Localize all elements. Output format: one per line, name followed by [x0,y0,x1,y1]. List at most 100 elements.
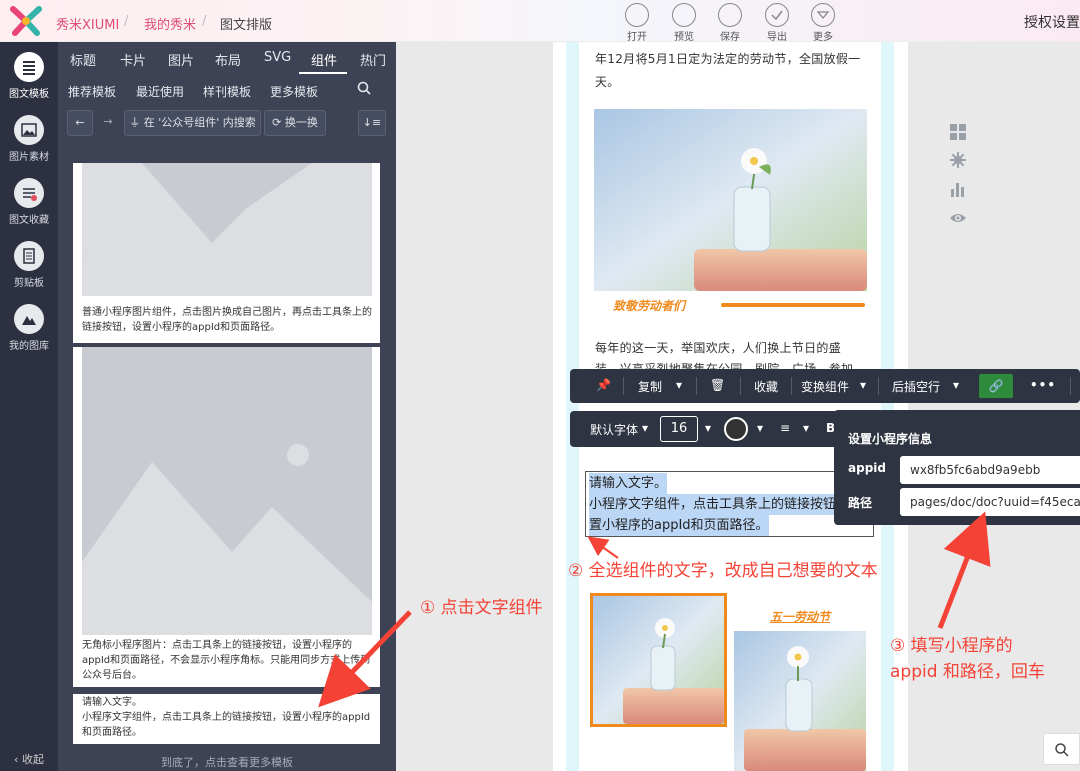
selected-text-line[interactable]: 置小程序的appId和页面路径。 [589,515,769,536]
caret-down-icon[interactable]: ▾ [803,421,809,435]
article-paragraph[interactable]: 每年的这一天，举国欢庆，人们换上节日的盛 [595,337,867,360]
align-icon[interactable]: ≡ [780,421,790,435]
search-in-button[interactable]: ⏚ 在 '公众号组件' 内搜索 [124,110,261,136]
search-icon[interactable] [357,81,371,95]
template-card-text: 无角标小程序图片：点击工具条上的链接按钮，设置小程序的appId和页面路径，不会… [82,640,371,681]
text-color-swatch[interactable] [724,417,748,441]
tab-image[interactable]: 图片 [168,50,194,69]
link-icon: 🔗 [988,379,1004,393]
export-button[interactable]: 导出 [757,3,797,43]
template-card-1[interactable]: 普通小程序图片组件，点击图片换成自己图片，再点击工具条上的链接按钮，设置小程序的… [73,163,380,343]
caret-down-icon[interactable]: ▾ [676,378,682,392]
tab-svg[interactable]: SVG [264,50,291,65]
template-card-3[interactable]: 请输入文字。 小程序文字组件，点击工具条上的链接按钮，设置小程序的appId和页… [73,694,380,744]
path-input[interactable]: pages/doc/doc?uuid=f45eca [900,488,1080,516]
selected-text-line[interactable]: 请输入文字。 [589,473,668,494]
article-caption-2[interactable]: 五一劳动节 [770,608,830,625]
breadcrumb-sep: / [202,14,207,29]
eye-icon[interactable] [949,209,967,227]
tab-component[interactable]: 组件 [311,50,337,69]
article-paragraph[interactable]: 年12月将5月1日定为法定的劳动节，全国放假一天。 [595,48,867,94]
sidebar-item-clipboard[interactable]: 剪贴板 [0,235,58,298]
settings-icon[interactable] [949,151,967,169]
breadcrumb-my-xiumi[interactable]: 我的秀米 [144,14,196,33]
search-in-label: 在 '公众号组件' 内搜索 [143,116,256,129]
forward-button[interactable]: → [96,110,120,136]
tab-layout[interactable]: 布局 [215,50,241,69]
xiumi-logo[interactable] [9,6,43,36]
grid-icon[interactable] [949,123,967,141]
tab-more-templates[interactable]: 更多模板 [270,83,318,100]
favorites-icon [14,178,44,208]
sidebar-item-templates[interactable]: 图文模板 [0,46,58,109]
annotation-step-1: ① 点击文字组件 [420,598,543,618]
chart-icon[interactable] [949,180,967,198]
left-sidebar: 图文模板 图片素材 图文收藏 剪贴板 我的图库 ‹ 收起 [0,42,58,771]
open-button[interactable]: 打开 [617,3,657,43]
pin-icon[interactable]: 📌 [596,378,611,392]
back-button[interactable]: ← [67,110,93,136]
zoom-icon [1055,743,1069,757]
shuffle-button[interactable]: ⟳ 换一换 [264,110,326,136]
mini-program-text-component[interactable]: 请输入文字。 小程序文字组件，点击工具条上的链接按钮，设 置小程序的appId和… [585,471,874,537]
sidebar-item-gallery[interactable]: 我的图库 [0,298,58,361]
more-options-button[interactable]: ••• [1030,378,1056,392]
article-photo-2[interactable] [590,593,727,727]
link-button[interactable]: 🔗 [979,374,1013,398]
caret-down-icon[interactable]: ▾ [953,378,959,392]
load-more-link[interactable]: 到底了，点击查看更多模板 [58,754,396,770]
selected-text-line[interactable]: 小程序文字组件，点击工具条上的链接按钮，设 [589,494,863,515]
article-caption[interactable]: 致敬劳动者们 [613,297,685,314]
sort-button[interactable]: ↓≡ [358,110,386,136]
copy-button[interactable]: 复制 [638,378,662,395]
caret-down-icon[interactable]: ▾ [642,421,648,435]
font-family-select[interactable]: 默认字体 [590,421,638,438]
caret-down-icon[interactable]: ▾ [757,421,763,435]
tab-card[interactable]: 卡片 [120,50,146,69]
appid-input[interactable]: wx8fb5fc6abd9a9ebb [900,456,1080,484]
image-placeholder [82,163,372,296]
save-button[interactable]: 保存 [710,3,750,43]
sidebar-item-label: 图文收藏 [9,215,49,226]
preview-button[interactable]: 预览 [664,3,704,43]
template-card-2[interactable]: 无角标小程序图片：点击工具条上的链接按钮，设置小程序的appId和页面路径，不会… [73,347,380,687]
auth-settings-link[interactable]: 授权设置 [1024,12,1080,32]
collapse-button[interactable]: ‹ 收起 [0,751,58,767]
clipboard-icon [14,241,44,271]
refresh-icon: ⟳ [272,116,285,129]
caret-down-icon[interactable]: ▾ [705,421,711,435]
check-icon [765,3,789,27]
template-card-text: 请输入文字。 小程序文字组件，点击工具条上的链接按钮，设置小程序的appId和页… [82,697,371,738]
filter-icon: ⏚ [129,116,144,129]
insert-blank-line-button[interactable]: 后插空行 [892,378,940,395]
sidebar-item-favorites[interactable]: 图文收藏 [0,172,58,235]
top-bar: 秀米XIUMI / 我的秀米 / 图文排版 打开 预览 保存 导出 更多 授权设… [0,0,1080,43]
tab-title[interactable]: 标题 [70,50,96,69]
tab-sample[interactable]: 样刊模板 [203,83,251,100]
article-photo-3[interactable] [734,631,866,771]
popup-title: 设置小程序信息 [848,432,933,446]
tab-recommended[interactable]: 推荐模板 [68,83,116,100]
more-button[interactable]: 更多 [803,3,843,43]
sidebar-item-label: 我的图库 [9,341,49,352]
zoom-button[interactable] [1043,733,1080,765]
article-photo-1[interactable] [594,109,867,291]
tab-hot[interactable]: 热门 [360,50,386,69]
toolbar-divider [1070,377,1071,395]
transform-component-button[interactable]: 变换组件 [801,378,849,395]
brand-link[interactable]: 秀米XIUMI [56,14,119,33]
flower-vase-image [734,631,866,771]
collect-button[interactable]: 收藏 [754,378,778,395]
font-size-input[interactable]: 16 [660,416,698,442]
sidebar-item-label: 图文模板 [9,89,49,100]
toolbar-divider [696,377,697,395]
folder-icon [625,3,649,27]
trash-icon[interactable]: 🗑 [710,378,725,392]
annotation-step-3-cont: appid 和路径，回车 [890,662,1045,682]
breadcrumb-sep: / [124,14,129,29]
sidebar-item-images[interactable]: 图片素材 [0,109,58,172]
arrow-left-icon: ← [75,116,85,129]
toolbar-divider [623,377,624,395]
tab-recent[interactable]: 最近使用 [136,83,184,100]
caret-down-icon[interactable]: ▾ [860,378,866,392]
